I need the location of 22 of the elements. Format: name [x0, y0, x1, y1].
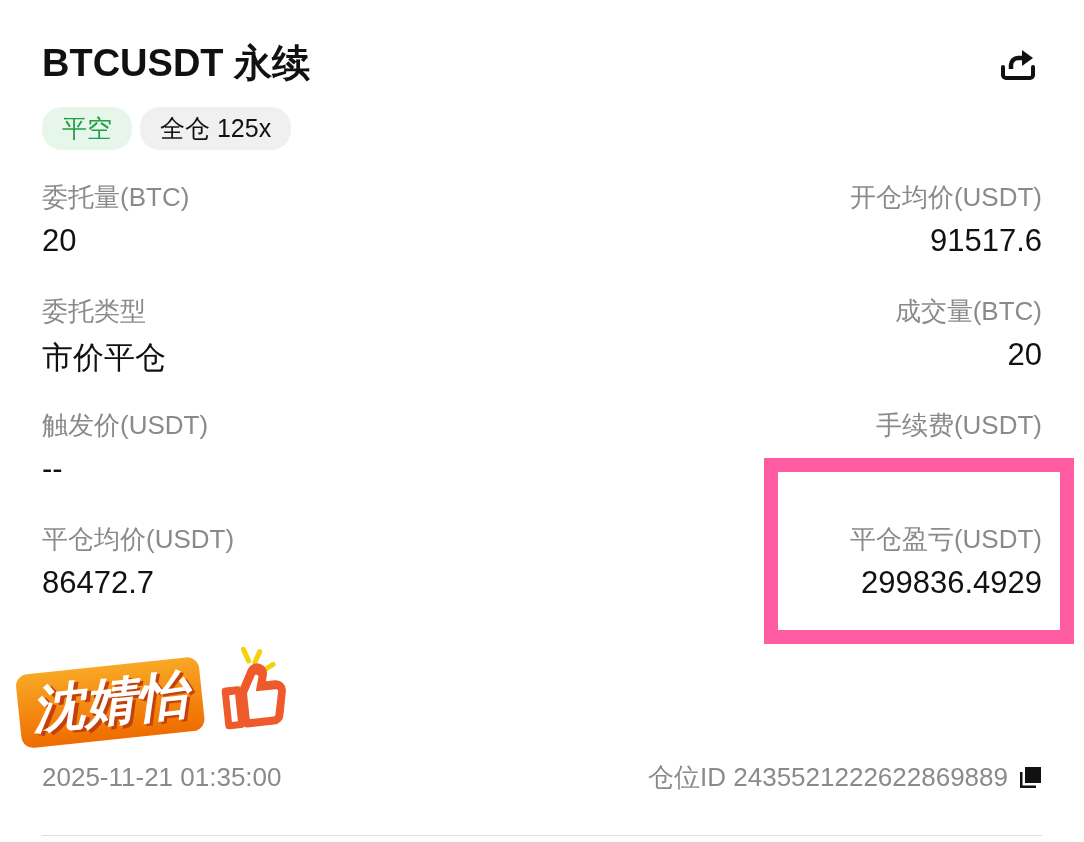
field-value: 86472.7: [42, 565, 155, 601]
field-value: 20: [42, 223, 77, 259]
field-label: 开仓均价(USDT): [849, 181, 1042, 214]
field-label: 触发价(USDT): [42, 409, 209, 442]
field-label: 成交量(BTC): [894, 295, 1042, 328]
field-label: 委托量(BTC): [42, 181, 190, 214]
field-value: 91517.6: [929, 223, 1042, 259]
field-value: 市价平仓: [42, 339, 166, 377]
order-tag: 平空: [42, 107, 132, 150]
field-label: 委托类型: [42, 295, 146, 328]
field-value: 299836.4929: [860, 565, 1042, 601]
field-value: 20: [1007, 337, 1042, 373]
position-id: 仓位ID 2435521222622869889: [648, 761, 1008, 794]
order-tag: 全仓 125x: [140, 107, 292, 150]
field-label: 手续费(USDT): [875, 409, 1042, 442]
contract-title: BTCUSDT 永续: [42, 41, 311, 86]
field-label: 平仓均价(USDT): [42, 523, 235, 556]
field-value: --: [42, 451, 63, 487]
field-label: 平仓盈亏(USDT): [849, 523, 1042, 556]
sticker-text: 沈婧怡: [14, 656, 206, 749]
order-time: 2025-11-21 01:35:00: [42, 762, 282, 793]
copy-icon[interactable]: [1018, 765, 1042, 790]
